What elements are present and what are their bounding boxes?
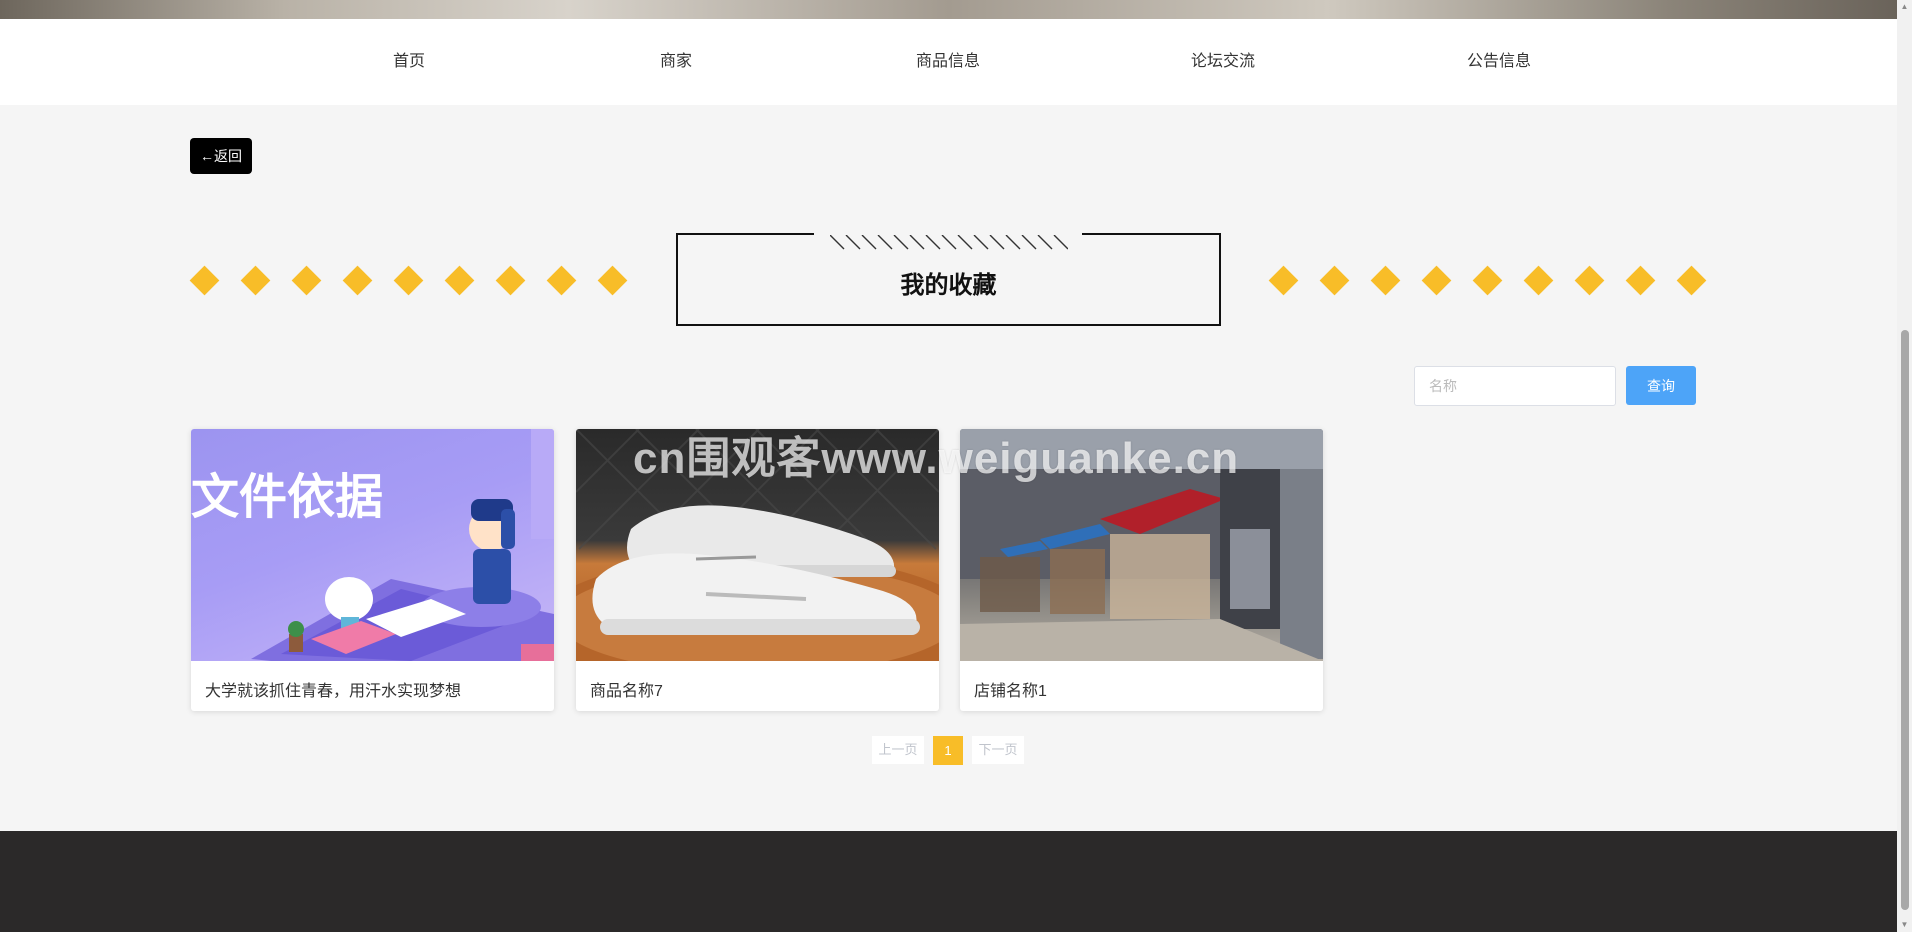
diamond-icon [1523, 265, 1554, 296]
diamond-icon [342, 265, 373, 296]
diamond-icon [495, 265, 526, 296]
scroll-up-icon[interactable]: ▲ [1900, 2, 1909, 11]
card-image [960, 429, 1323, 661]
nav-item-home[interactable]: 首页 [393, 19, 425, 105]
diamond-icon [1472, 265, 1503, 296]
diamond-icon [1625, 265, 1656, 296]
favorite-card[interactable]: 店铺名称1 [960, 429, 1323, 711]
scroll-down-icon[interactable]: ▼ [1900, 920, 1909, 929]
diamond-icon [1676, 265, 1707, 296]
diamond-icon [1268, 265, 1299, 296]
search-input[interactable] [1414, 366, 1616, 406]
card-title: 商品名称7 [590, 683, 663, 700]
diamond-icon [546, 265, 577, 296]
favorite-card[interactable]: 文件依据 大学就该抓住青春，用汗水实现梦想 [191, 429, 554, 711]
nav-item-merchants[interactable]: 商家 [660, 19, 692, 105]
diamond-icon [1319, 265, 1350, 296]
nav-item-products[interactable]: 商品信息 [916, 19, 980, 105]
card-title: 大学就该抓住青春，用汗水实现梦想 [205, 683, 462, 700]
diamond-icon [189, 265, 220, 296]
search-button[interactable]: 查询 [1626, 366, 1696, 405]
diamond-icon [444, 265, 475, 296]
scrollbar-thumb[interactable] [1901, 330, 1909, 910]
storefront-image [960, 429, 1323, 661]
diamond-icon [597, 265, 628, 296]
page-title: 我的收藏 [900, 272, 997, 299]
favorite-card[interactable]: 商品名称7 [576, 429, 939, 711]
page-footer [0, 831, 1897, 932]
pagination-current-page[interactable]: 1 [933, 736, 963, 765]
main-navbar: 首页 商家 商品信息 论坛交流 公告信息 [0, 19, 1897, 105]
section-title-box: 我的收藏 [676, 231, 1221, 326]
card-title: 店铺名称1 [974, 683, 1047, 700]
shoe-product-image [576, 429, 939, 661]
hatch-decoration-icon [830, 235, 1068, 250]
diamond-icon [291, 265, 322, 296]
diamond-icon [1574, 265, 1605, 296]
card-image [576, 429, 939, 661]
pagination-prev-button[interactable]: 上一页 [872, 736, 924, 764]
diamond-icon [240, 265, 271, 296]
vertical-scrollbar[interactable]: ▲ ▼ [1897, 0, 1912, 932]
diamond-icon [1370, 265, 1401, 296]
diamond-icon [393, 265, 424, 296]
header-banner-image [0, 0, 1897, 19]
card-image-caption: 文件依据 [191, 471, 384, 524]
pagination-next-button[interactable]: 下一页 [972, 736, 1024, 764]
back-button[interactable]: ←返回 [190, 138, 252, 174]
nav-item-announcements[interactable]: 公告信息 [1467, 19, 1531, 105]
nav-item-forum[interactable]: 论坛交流 [1191, 19, 1255, 105]
diamond-icon [1421, 265, 1452, 296]
